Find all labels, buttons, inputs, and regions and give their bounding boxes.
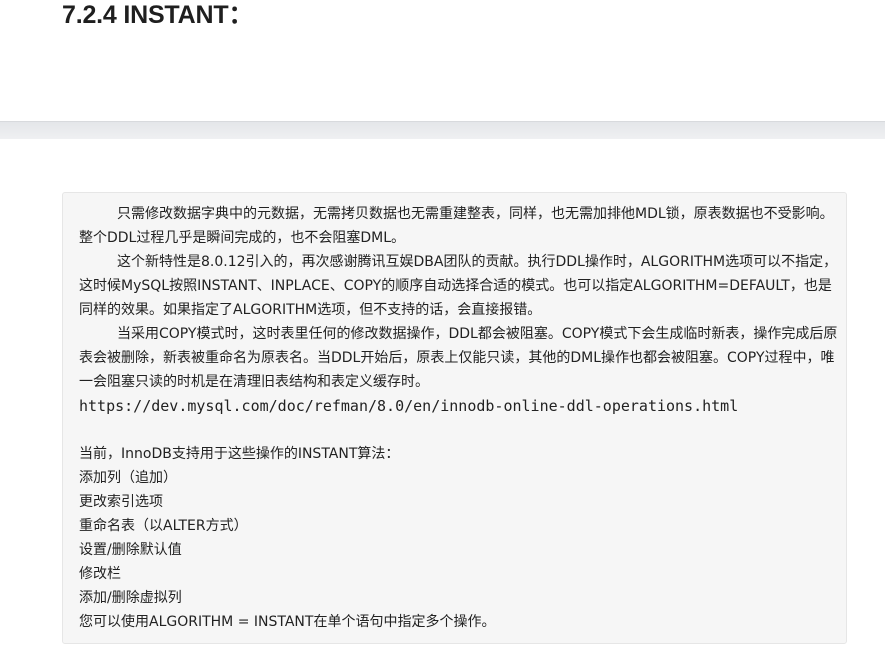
paragraph-algorithm: 这个新特性是8.0.12引入的，再次感谢腾讯互娱DBA团队的贡献。执行DDL操作… [79, 254, 838, 318]
operation-item: 设置/删除默认值 [79, 542, 182, 558]
operation-item: 重命名表（以ALTER方式） [79, 518, 248, 534]
operation-item: 修改栏 [79, 566, 121, 582]
operations-intro: 当前，InnoDB支持用于这些操作的INSTANT算法： [79, 446, 400, 462]
page-separator-band [0, 121, 885, 139]
operation-item: 更改索引选项 [79, 494, 163, 510]
paragraph-metadata: 只需修改数据字典中的元数据，无需拷贝数据也无需重建整表，同样，也无需加排他MDL… [79, 206, 834, 246]
operation-item: 添加列（追加） [79, 470, 177, 486]
closing-note: 您可以使用ALGORITHM = INSTANT在单个语句中指定多个操作。 [79, 614, 496, 630]
reference-url: https://dev.mysql.com/doc/refman/8.0/en/… [79, 397, 739, 415]
operation-item: 添加/删除虚拟列 [79, 590, 182, 606]
paragraph-copy-mode: 当采用COPY模式时，这时表里任何的修改数据操作，DDL都会被阻塞。COPY模式… [79, 326, 838, 390]
section-heading: 7.2.4 INSTANT： [62, 1, 254, 29]
content-text: 只需修改数据字典中的元数据，无需拷贝数据也无需重建整表，同样，也无需加排他MDL… [79, 202, 839, 634]
